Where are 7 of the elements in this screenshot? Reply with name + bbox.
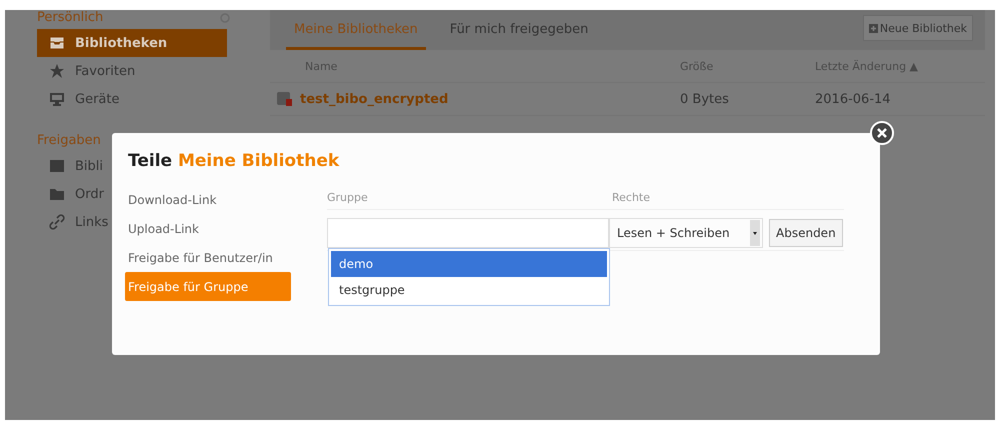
column-header: Rechte [612, 190, 652, 204]
size-cell-text: 0 Bytes [680, 92, 730, 106]
column-header: Gruppe [327, 190, 369, 204]
section-title: Freigaben [37, 133, 101, 148]
date-cell-text: 2016-06-14 [815, 92, 892, 106]
section-title: Persönlich [37, 10, 104, 25]
dialog-title: Teile Meine Bibliothek [128, 151, 340, 171]
